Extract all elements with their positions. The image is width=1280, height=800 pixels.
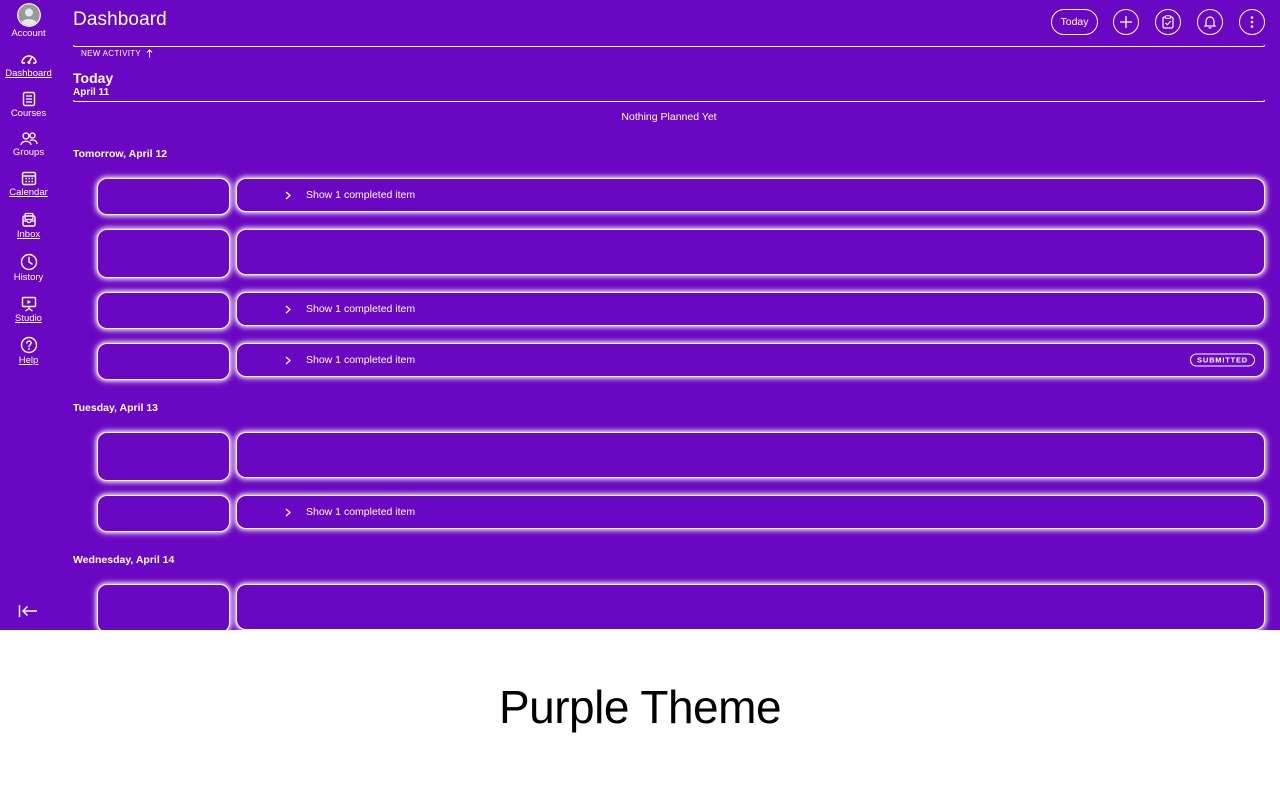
show-completed-label: Show 1 completed item [306, 303, 416, 315]
groups-people-icon [19, 132, 38, 146]
day-heading: Tuesday, April 13 [73, 402, 158, 414]
planner-item-context[interactable] [97, 584, 230, 630]
nav-studio-label: Studio [15, 313, 42, 324]
nav-account[interactable]: Account [0, 3, 57, 39]
show-completed-toggle[interactable]: Show 1 completed item [285, 189, 415, 201]
planner-item: Show 1 completed item SUBMITTED [236, 343, 1265, 377]
inbox-icon [21, 212, 36, 227]
day-heading: Wednesday, April 14 [73, 554, 175, 566]
nav-dashboard[interactable]: Dashboard [0, 51, 57, 79]
notifications-bell-icon [1203, 16, 1217, 29]
nav-account-label: Account [11, 28, 46, 39]
add-icon [1120, 16, 1132, 28]
nav-help[interactable]: Help [0, 336, 57, 366]
nav-groups-label: Groups [12, 147, 45, 158]
notifications-button[interactable] [1197, 9, 1223, 35]
more-options-button[interactable] [1239, 9, 1265, 35]
nav-courses-label: Courses [10, 108, 47, 119]
nav-studio[interactable]: Studio [0, 296, 57, 324]
collapse-sidebar-icon[interactable] [17, 602, 39, 620]
todo-list-button[interactable] [1155, 9, 1181, 35]
todo-list-icon [1162, 15, 1174, 29]
planner-item: Show 1 completed item [236, 292, 1265, 326]
more-options-icon [1250, 16, 1254, 28]
submitted-badge: SUBMITTED [1190, 353, 1255, 367]
nav-courses[interactable]: Courses [0, 91, 57, 119]
chevron-right-icon [285, 305, 291, 313]
nav-dashboard-label: Dashboard [5, 68, 52, 79]
today-date: April 11 [73, 87, 110, 98]
planner-item: Show 1 completed item [236, 495, 1265, 529]
dashboard-gauge-icon [20, 55, 37, 64]
header-divider [73, 45, 1265, 47]
today-button[interactable]: Today [1051, 9, 1098, 35]
planner-item-context[interactable] [97, 178, 230, 215]
show-completed-label: Show 1 completed item [306, 189, 416, 201]
today-divider [73, 100, 1265, 102]
show-completed-toggle[interactable]: Show 1 completed item [285, 506, 415, 518]
planner-item: Show 1 completed item [236, 178, 1265, 212]
chevron-right-icon [285, 191, 291, 199]
day-heading: Tomorrow, April 12 [73, 148, 168, 160]
chevron-right-icon [285, 356, 291, 364]
history-clock-icon [20, 253, 37, 271]
nav-help-label: Help [18, 355, 39, 366]
show-completed-toggle[interactable]: Show 1 completed item [285, 354, 415, 366]
today-heading: Today [73, 70, 114, 86]
new-activity-button[interactable]: NEW ACTIVITY [81, 49, 153, 58]
planner-item-context[interactable] [97, 292, 230, 329]
show-completed-label: Show 1 completed item [306, 354, 416, 366]
add-button[interactable] [1113, 9, 1139, 35]
calendar-icon [21, 171, 36, 186]
nav-calendar[interactable]: Calendar [0, 170, 57, 198]
nav-groups[interactable]: Groups [0, 131, 57, 158]
planner-item [236, 584, 1265, 630]
nav-inbox[interactable]: Inbox [0, 212, 57, 240]
nav-history[interactable]: History [0, 253, 57, 283]
help-icon [20, 336, 37, 354]
show-completed-label: Show 1 completed item [306, 506, 416, 518]
chevron-right-icon [285, 508, 291, 516]
planner-app: Account Dashboard Courses Groups Calenda… [0, 0, 1280, 630]
studio-icon [21, 296, 36, 312]
show-completed-toggle[interactable]: Show 1 completed item [285, 303, 415, 315]
theme-caption: Purple Theme [498, 681, 782, 733]
courses-book-icon [22, 91, 35, 107]
nothing-planned-message: Nothing Planned Yet [621, 111, 717, 123]
planner-item-context[interactable] [97, 229, 230, 278]
planner-item [236, 432, 1265, 478]
new-activity-label: NEW ACTIVITY [81, 49, 142, 58]
global-nav-sidebar: Account Dashboard Courses Groups Calenda… [0, 0, 57, 630]
planner-item-context[interactable] [97, 343, 230, 380]
planner-item-context[interactable] [97, 432, 230, 481]
page-title: Dashboard [73, 9, 167, 30]
arrow-up-icon [146, 49, 153, 58]
nav-inbox-label: Inbox [16, 229, 41, 240]
nav-calendar-label: Calendar [9, 187, 48, 198]
account-avatar-icon [16, 3, 41, 27]
planner-item [236, 229, 1265, 275]
nav-history-label: History [13, 272, 44, 283]
planner-item-context[interactable] [97, 495, 230, 532]
